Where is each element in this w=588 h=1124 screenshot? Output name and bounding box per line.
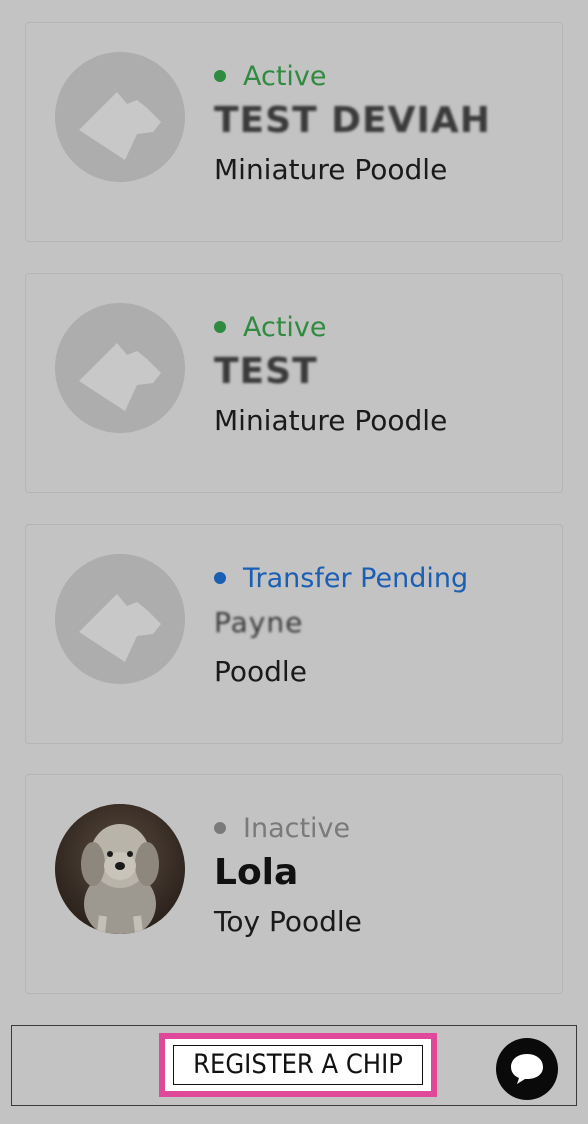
status-dot: [214, 572, 226, 584]
dog-silhouette-icon: [55, 554, 185, 684]
pet-breed: Poodle: [214, 655, 307, 688]
pet-name: Lola: [214, 852, 299, 893]
register-highlight: REGISTER A CHIP: [159, 1033, 437, 1097]
pet-name: Payne: [214, 606, 304, 639]
register-chip-button[interactable]: REGISTER A CHIP: [173, 1045, 423, 1085]
status-label: Active: [243, 60, 327, 92]
pet-card[interactable]: Inactive Lola Toy Poodle: [25, 774, 563, 994]
pet-avatar: [55, 804, 185, 934]
pet-name: TEST DEVIAH: [214, 100, 491, 141]
pet-avatar: [55, 554, 185, 684]
bottom-action-bar: REGISTER A CHIP: [11, 1025, 577, 1106]
dog-silhouette-icon: [55, 303, 185, 433]
status-dot: [214, 822, 226, 834]
status-badge: Transfer Pending: [214, 560, 468, 596]
pet-avatar: [55, 303, 185, 433]
pet-avatar: [55, 52, 185, 182]
pet-name: TEST: [214, 351, 318, 392]
status-label: Inactive: [243, 812, 351, 844]
pet-breed: Miniature Poodle: [214, 404, 448, 437]
pet-breed: Miniature Poodle: [214, 153, 448, 186]
status-badge: Active: [214, 309, 447, 345]
chat-bubble-icon: [511, 1054, 543, 1084]
pet-card[interactable]: Transfer Pending Payne Poodle: [25, 524, 563, 744]
status-dot: [214, 321, 226, 333]
status-badge: Active: [214, 58, 491, 94]
dog-silhouette-icon: [55, 52, 185, 182]
chat-button[interactable]: [496, 1038, 558, 1100]
status-badge: Inactive: [214, 810, 362, 846]
pet-breed: Toy Poodle: [214, 905, 362, 938]
status-dot: [214, 70, 226, 82]
status-label: Transfer Pending: [243, 562, 469, 594]
pet-card[interactable]: Active TEST Miniature Poodle: [25, 273, 563, 493]
dog-photo: [55, 804, 185, 934]
pet-card[interactable]: Active TEST DEVIAH Miniature Poodle: [25, 22, 563, 242]
status-label: Active: [243, 311, 327, 343]
